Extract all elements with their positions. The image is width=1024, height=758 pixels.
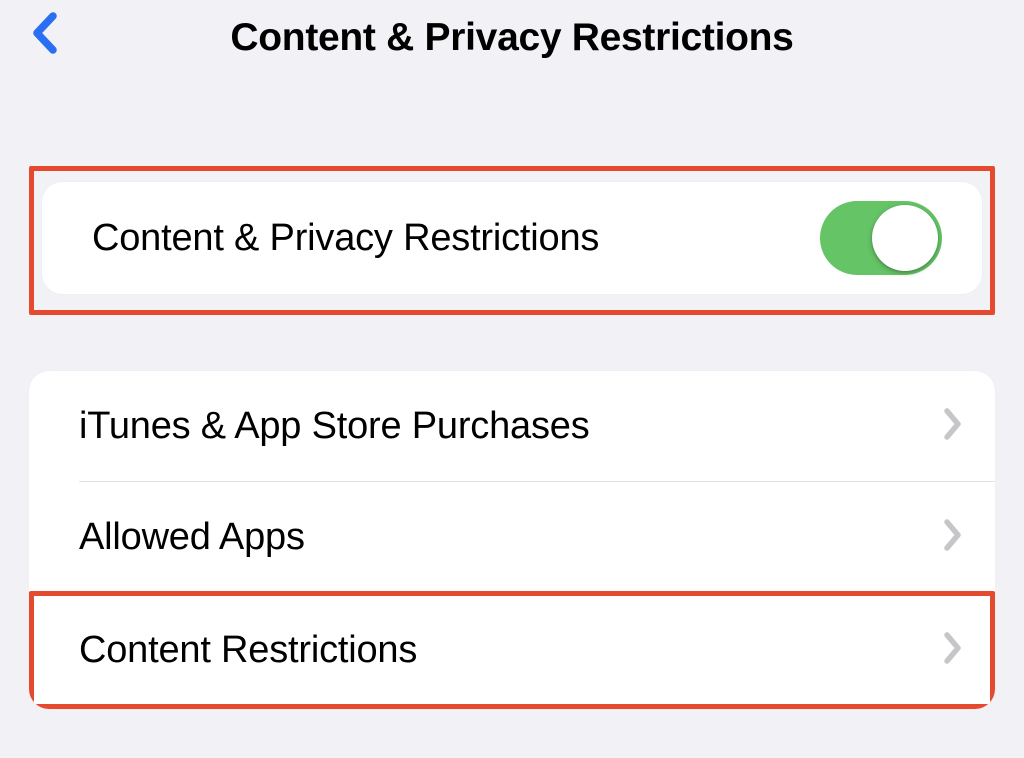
menu-item-label: iTunes & App Store Purchases	[79, 405, 590, 448]
content-privacy-toggle-row[interactable]: Content & Privacy Restrictions	[42, 182, 982, 294]
chevron-right-icon	[943, 631, 963, 670]
settings-group: iTunes & App Store Purchases Allowed App…	[29, 371, 995, 709]
menu-item-itunes-appstore[interactable]: iTunes & App Store Purchases	[29, 371, 995, 481]
chevron-right-icon	[943, 407, 963, 446]
content-privacy-toggle[interactable]	[820, 201, 942, 275]
toggle-card: Content & Privacy Restrictions	[42, 182, 982, 294]
page-title: Content & Privacy Restrictions	[0, 10, 1024, 60]
menu-item-allowed-apps[interactable]: Allowed Apps	[29, 482, 995, 592]
highlight-annotation-content-restrictions: Content Restrictions	[29, 591, 995, 709]
chevron-left-icon	[30, 12, 58, 54]
chevron-right-icon	[943, 518, 963, 557]
back-button[interactable]	[24, 6, 64, 60]
menu-item-label: Allowed Apps	[79, 516, 305, 559]
navigation-header: Content & Privacy Restrictions	[0, 0, 1024, 70]
settings-content: Content & Privacy Restrictions iTunes & …	[0, 166, 1024, 709]
highlight-annotation-toggle: Content & Privacy Restrictions	[29, 166, 995, 315]
menu-item-label: Content Restrictions	[79, 629, 417, 672]
toggle-label: Content & Privacy Restrictions	[92, 217, 599, 260]
menu-item-content-restrictions[interactable]: Content Restrictions	[34, 596, 990, 704]
toggle-knob	[872, 205, 938, 271]
